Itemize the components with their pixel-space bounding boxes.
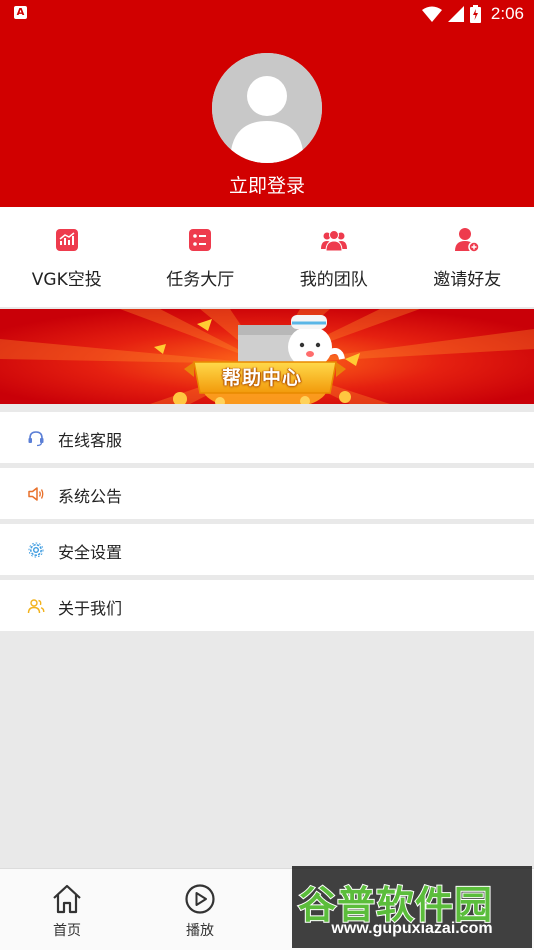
menu-item-label: 在线客服 — [58, 431, 123, 450]
menu-item-announcements[interactable]: 系统公告 — [0, 468, 534, 519]
menu-item-label: 系统公告 — [58, 487, 123, 506]
menu-item-label: 安全设置 — [58, 543, 123, 562]
users-icon — [27, 599, 45, 614]
quick-action-label: 我的团队 — [299, 270, 368, 290]
tab-label: 首页 — [53, 923, 81, 939]
quick-action-label: VGK空投 — [31, 270, 102, 290]
menu-item-online-service[interactable]: 在线客服 — [0, 412, 534, 463]
quick-action-label: 任务大厅 — [166, 270, 235, 290]
watermark-url: www.gupuxiazai.com — [331, 920, 493, 937]
play-icon — [185, 884, 215, 914]
wifi-icon — [421, 6, 442, 22]
quick-action-label: 邀请好友 — [433, 270, 502, 290]
login-link[interactable]: 立即登录 — [0, 171, 534, 198]
headset-icon — [28, 431, 44, 447]
speaker-icon — [28, 487, 44, 501]
user-placeholder-icon — [212, 53, 322, 163]
tab-label: 播放 — [186, 923, 214, 939]
profile-header: 立即登录 — [0, 28, 534, 207]
quick-action-my-team[interactable]: 我的团队 — [267, 207, 401, 307]
quick-action-invite-friends[interactable]: 邀请好友 — [401, 207, 534, 307]
status-time: 2:06 — [490, 4, 524, 23]
menu-item-security-settings[interactable]: 安全设置 — [0, 524, 534, 575]
quick-action-task-hall[interactable]: 任务大厅 — [134, 207, 268, 307]
tab-home[interactable]: 首页 — [2, 869, 132, 950]
quick-action-vgk-airdrop[interactable]: VGK空投 — [0, 207, 134, 307]
task-list-icon — [189, 229, 212, 251]
invite-user-icon — [455, 228, 480, 253]
status-bar: A 2:06 — [0, 0, 534, 28]
status-indicators: 2:06 — [421, 3, 524, 25]
signal-icon — [447, 6, 464, 22]
chart-icon — [55, 229, 78, 251]
battery-icon — [469, 5, 481, 23]
menu-item-label: 关于我们 — [58, 599, 123, 618]
avatar[interactable] — [212, 53, 322, 163]
home-icon — [53, 884, 81, 914]
app-notification-icon: A — [14, 6, 27, 19]
quick-actions: VGK空投 任务大厅 我的团队 邀请好友 — [0, 207, 534, 307]
site-watermark: 谷普软件园 www.gupuxiazai.com — [292, 866, 532, 948]
gear-icon — [28, 542, 44, 558]
tab-play[interactable]: 播放 — [135, 869, 265, 950]
banner-title: 帮助中心 — [221, 367, 302, 389]
help-center-banner[interactable]: 帮助中心 — [0, 309, 534, 404]
team-icon — [320, 230, 347, 252]
menu-item-about-us[interactable]: 关于我们 — [0, 580, 534, 631]
